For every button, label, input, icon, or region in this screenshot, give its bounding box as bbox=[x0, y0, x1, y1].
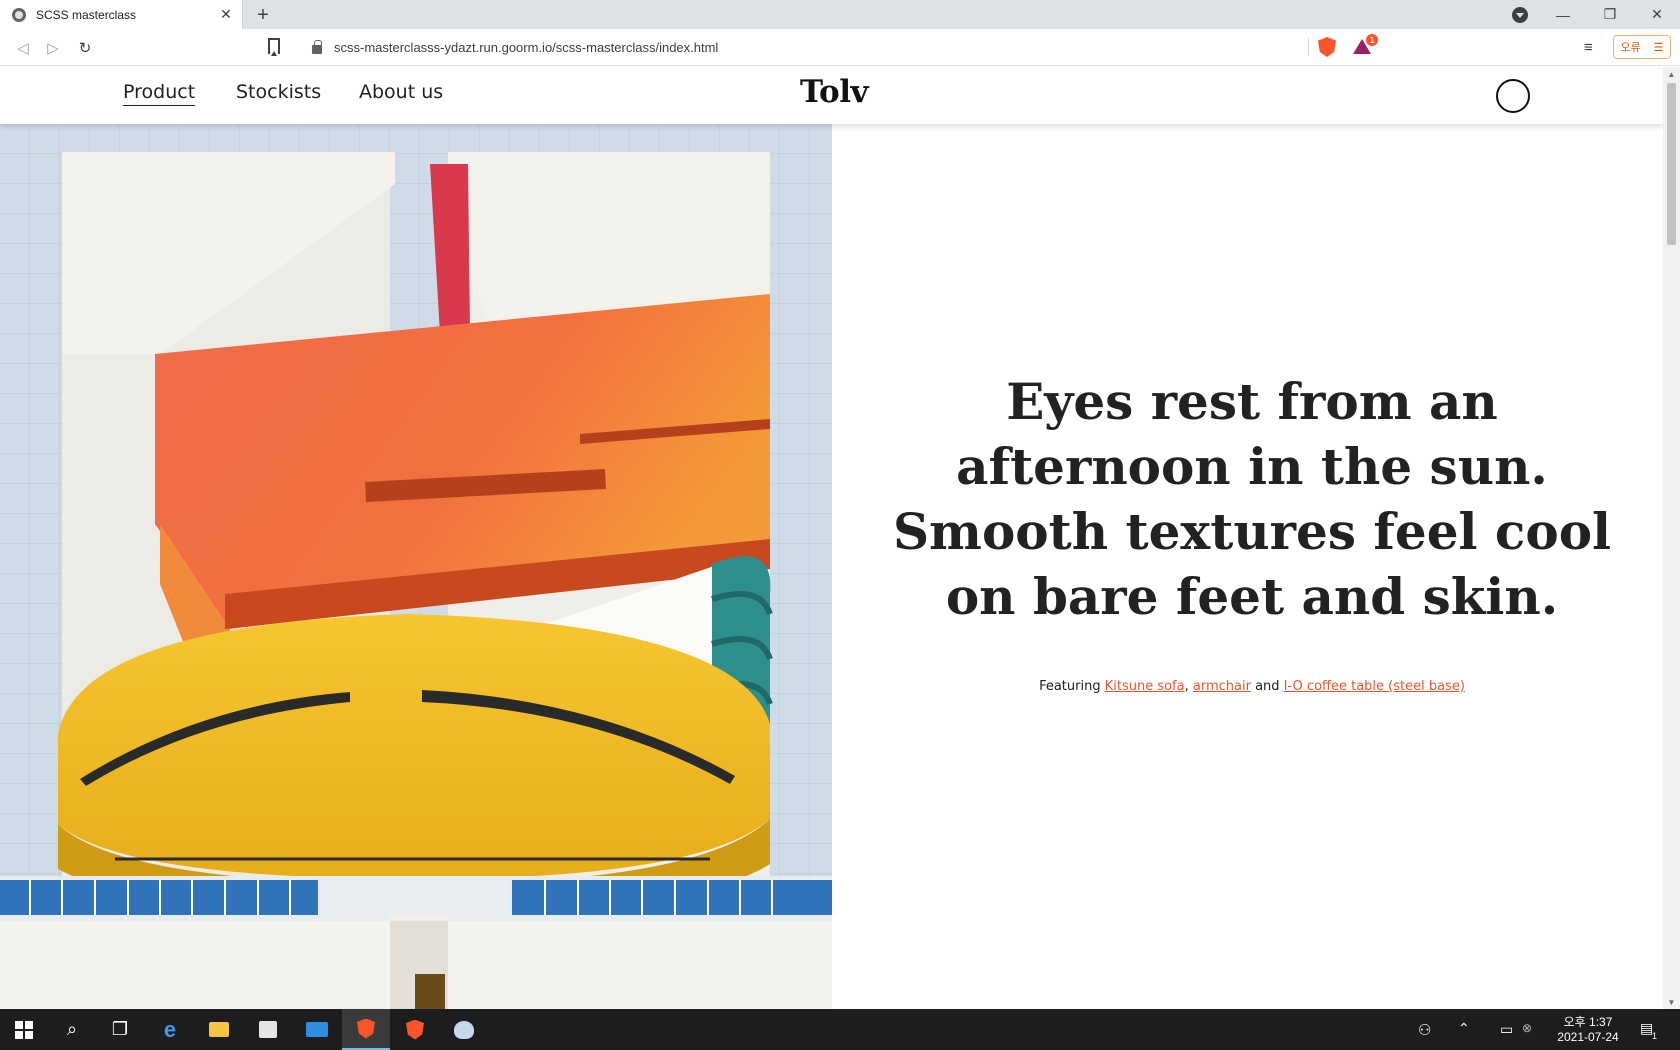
browser-tab-strip: SCSS masterclass ✕ + — ❐ ✕ bbox=[0, 0, 1680, 29]
clock-time: 오후 1:37 bbox=[1563, 1015, 1613, 1029]
scroll-down-arrow[interactable]: ▼ bbox=[1663, 995, 1680, 1009]
lock-icon[interactable] bbox=[312, 40, 322, 54]
scroll-up-arrow[interactable]: ▲ bbox=[1663, 67, 1680, 81]
people-icon[interactable]: ⚇ bbox=[1418, 1021, 1431, 1039]
reload-button[interactable]: ↻ bbox=[74, 37, 96, 59]
chevron-up-icon[interactable]: ⌃ bbox=[1458, 1020, 1470, 1037]
brave-rewards-icon[interactable]: 1 bbox=[1353, 34, 1378, 55]
task-view-icon[interactable]: ❐ bbox=[96, 1009, 144, 1050]
bookmark-icon[interactable] bbox=[268, 38, 280, 56]
link-armchair[interactable]: armchair bbox=[1193, 679, 1251, 694]
hamburger-icon: ☰ bbox=[1653, 41, 1664, 54]
brave-beta-icon[interactable] bbox=[391, 1009, 439, 1050]
notification-count: 1 bbox=[1652, 1031, 1658, 1041]
web-page: Product Stockists About us Tolv Eyes res… bbox=[0, 67, 1663, 1009]
scroll-thumb[interactable] bbox=[1667, 83, 1676, 245]
search-icon[interactable]: ⌕ bbox=[48, 1009, 96, 1050]
cart-icon[interactable] bbox=[1496, 79, 1530, 113]
edge-icon[interactable]: e bbox=[146, 1009, 194, 1050]
browser-toolbar: ◁ ▷ ↻ scss-masterclasss-ydazt.run.goorm.… bbox=[0, 29, 1680, 66]
featuring-sep-1: , bbox=[1184, 679, 1193, 694]
tab-title: SCSS masterclass bbox=[36, 7, 137, 22]
link-kitsune-sofa[interactable]: Kitsune sofa bbox=[1105, 679, 1185, 694]
forward-button[interactable]: ▷ bbox=[42, 37, 64, 59]
network-error-icon[interactable]: ⊗ bbox=[1522, 1021, 1532, 1035]
featuring-line: Featuring Kitsune sofa, armchair and I-O… bbox=[892, 679, 1612, 694]
globe-icon bbox=[12, 7, 26, 22]
playlist-icon[interactable]: ≡ bbox=[1584, 39, 1593, 56]
network-icon[interactable]: ▭ bbox=[1500, 1021, 1513, 1038]
close-window-button[interactable]: ✕ bbox=[1634, 0, 1680, 29]
menu-label: 오류 bbox=[1620, 42, 1641, 54]
file-explorer-icon[interactable] bbox=[195, 1009, 243, 1050]
hero-copy: Eyes rest from an afternoon in the sun. … bbox=[832, 124, 1663, 1009]
featuring-sep-2: and bbox=[1250, 679, 1284, 694]
minimize-button[interactable]: — bbox=[1540, 0, 1586, 29]
hero-headline: Eyes rest from an afternoon in the sun. … bbox=[892, 372, 1612, 626]
nav-product[interactable]: Product bbox=[123, 81, 196, 106]
tab-close-button[interactable]: ✕ bbox=[216, 5, 236, 25]
address-bar[interactable]: scss-masterclasss-ydazt.run.goorm.io/scs… bbox=[300, 33, 1310, 62]
clock[interactable]: 오후 1:37 2021-07-24 bbox=[1548, 1013, 1628, 1044]
restore-button[interactable]: ❐ bbox=[1587, 0, 1633, 29]
brave-shields-icon[interactable] bbox=[1318, 37, 1336, 57]
hero-image bbox=[0, 124, 832, 1009]
url-text[interactable]: scss-masterclasss-ydazt.run.goorm.io/scs… bbox=[334, 40, 718, 55]
store-icon[interactable] bbox=[244, 1009, 292, 1050]
tab-search-icon[interactable] bbox=[1512, 7, 1528, 23]
site-logo[interactable]: Tolv bbox=[800, 74, 868, 110]
brave-icon[interactable] bbox=[342, 1009, 390, 1050]
back-button[interactable]: ◁ bbox=[12, 37, 34, 59]
clock-date: 2021-07-24 bbox=[1557, 1030, 1619, 1044]
start-icon[interactable] bbox=[0, 1009, 48, 1050]
link-io-coffee-table[interactable]: I-O coffee table (steel base) bbox=[1284, 679, 1465, 694]
site-header: Product Stockists About us Tolv bbox=[0, 67, 1663, 124]
browser-menu-button[interactable]: 오류 ☰ bbox=[1613, 35, 1671, 59]
windows-taskbar: ⌕ ❐ e ⚇ ⌃ ▭ ⊗ 오후 1:37 2021-07-24 ▤ 1 bbox=[0, 1009, 1680, 1050]
new-tab-button[interactable]: + bbox=[252, 4, 274, 26]
browser-tab[interactable]: SCSS masterclass ✕ bbox=[0, 0, 243, 29]
paint-icon[interactable] bbox=[440, 1009, 488, 1050]
rewards-badge: 1 bbox=[1366, 34, 1378, 46]
toolbar-divider bbox=[1308, 38, 1309, 56]
mail-icon[interactable] bbox=[293, 1009, 341, 1050]
nav-stockists[interactable]: Stockists bbox=[236, 81, 321, 103]
featuring-prefix: Featuring bbox=[1039, 679, 1105, 694]
nav-about-us[interactable]: About us bbox=[359, 81, 443, 103]
page-scrollbar[interactable]: ▲ ▼ bbox=[1663, 67, 1680, 1009]
